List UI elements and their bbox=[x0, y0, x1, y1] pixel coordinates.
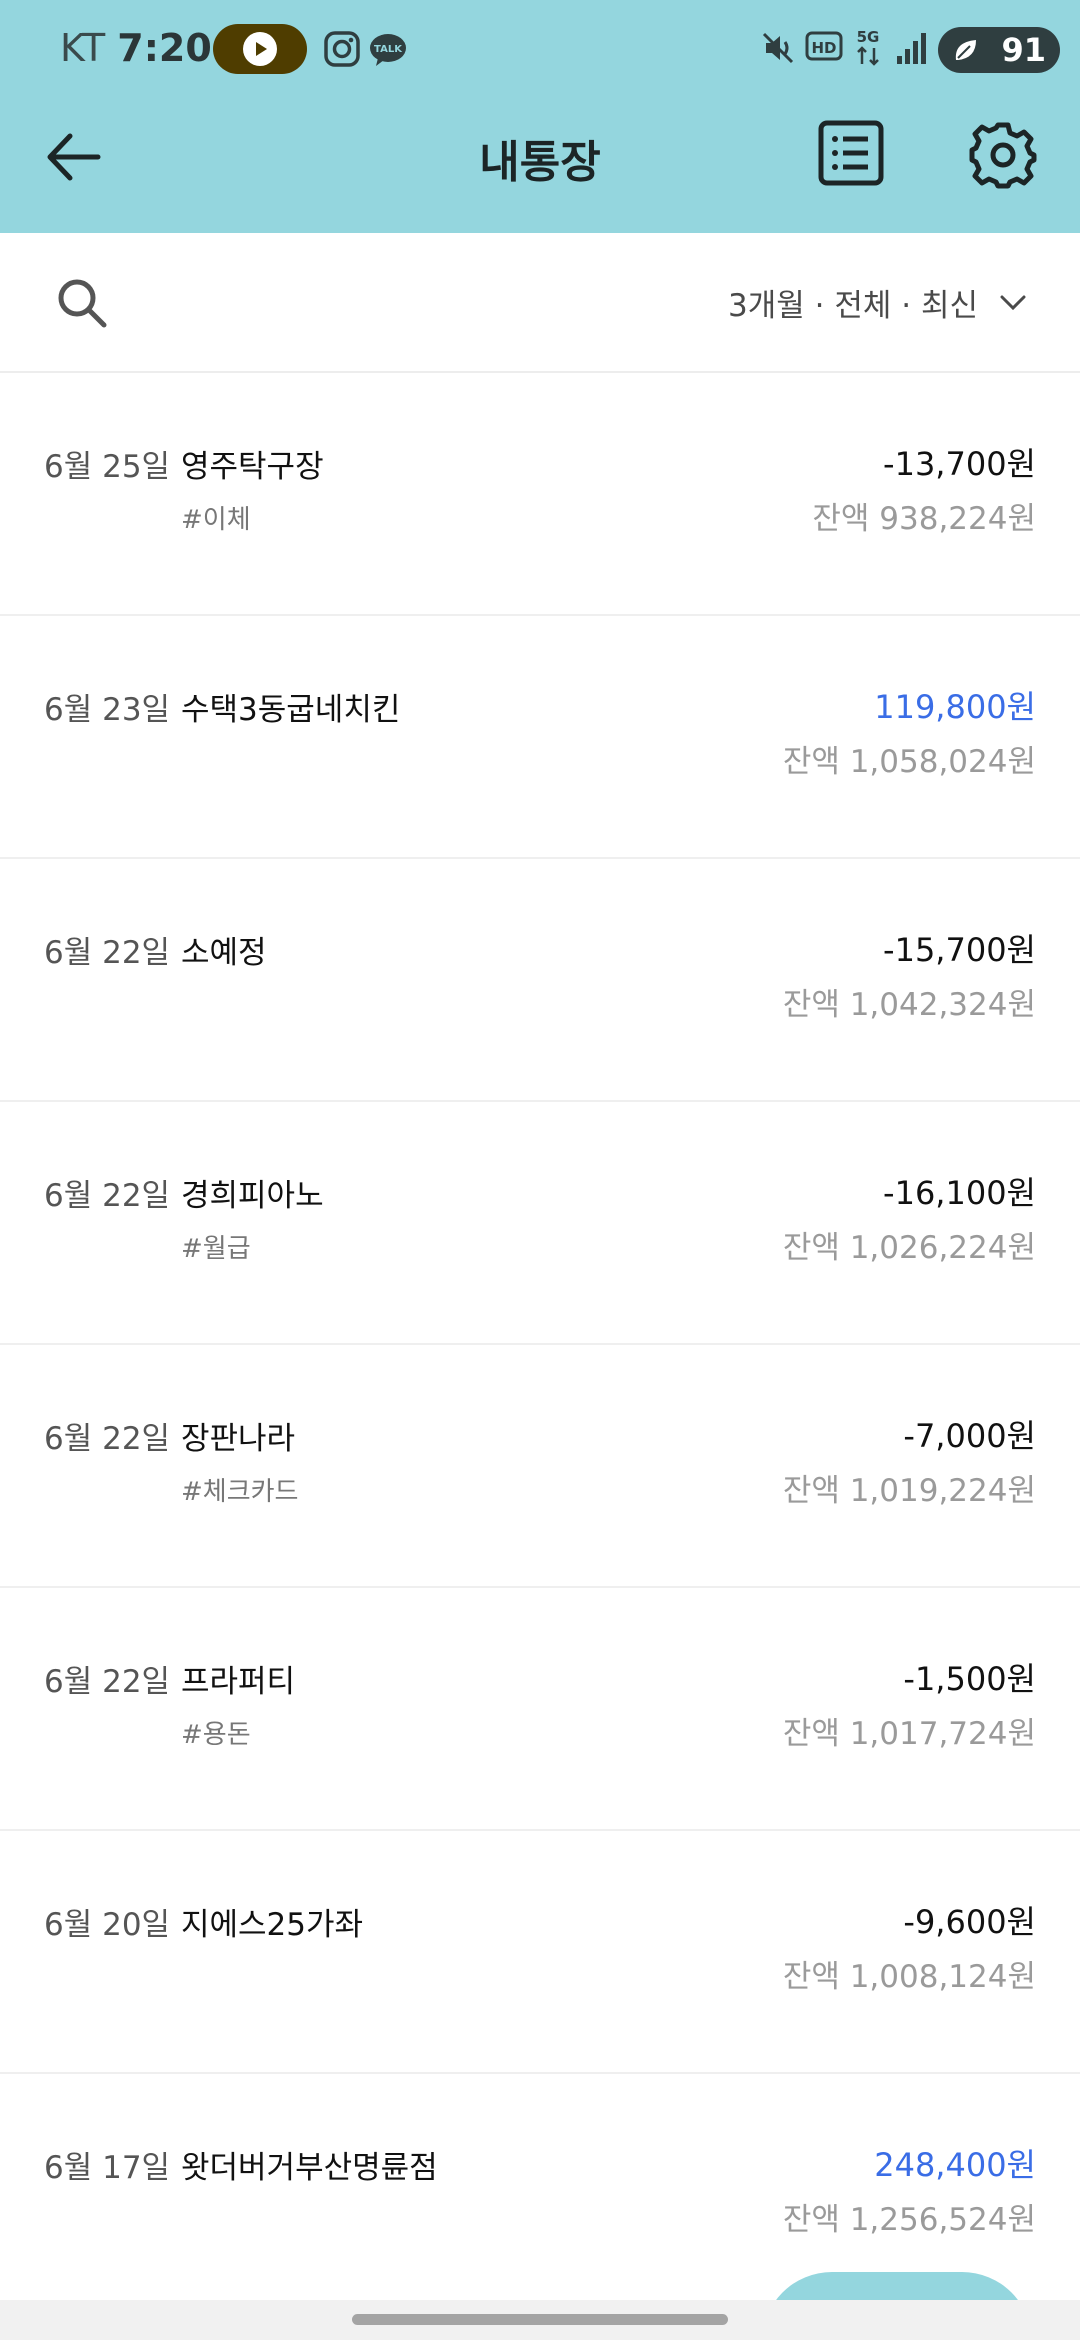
transaction-balance: 잔액 1,058,024원 bbox=[782, 744, 1036, 780]
transaction-tag: #체크카드 bbox=[181, 1477, 299, 1507]
transaction-row[interactable]: 6월 20일 지에스25가좌 -9,600원잔액 1,008,124원 bbox=[0, 1831, 1080, 2074]
instagram-icon bbox=[324, 31, 360, 67]
transaction-amount: -9,600원 bbox=[903, 1903, 1036, 1941]
transaction-balance: 잔액 1,019,224원 bbox=[782, 1473, 1036, 1509]
transaction-tag: #월급 bbox=[181, 1234, 251, 1264]
transaction-name: 장판나라 bbox=[181, 1421, 296, 1457]
transaction-name: 소예정 bbox=[181, 935, 267, 971]
system-navigation-bar bbox=[0, 2300, 1080, 2340]
transaction-name: 왓더버거부산명륜점 bbox=[181, 2150, 438, 2186]
transaction-amount: -7,000원 bbox=[903, 1417, 1036, 1455]
transaction-row[interactable]: 6월 22일 경희피아노 #월급 -16,100원잔액 1,026,224원 bbox=[0, 1102, 1080, 1345]
transaction-name: 수택3동굽네치킨 bbox=[181, 692, 401, 728]
transaction-balance: 잔액 1,026,224원 bbox=[782, 1230, 1036, 1266]
top-app-bar: 내통장 bbox=[0, 100, 1080, 233]
transaction-amount: -15,700원 bbox=[883, 931, 1036, 969]
transaction-name: 지에스25가좌 bbox=[181, 1907, 364, 1943]
transaction-date: 6월 22일 bbox=[44, 1421, 171, 1457]
transaction-tag: #이체 bbox=[181, 505, 251, 535]
chevron-down-icon bbox=[1000, 295, 1026, 311]
transaction-amount: 119,800원 bbox=[874, 688, 1036, 726]
transaction-row[interactable]: 6월 22일 프라퍼티 #용돈 -1,500원잔액 1,017,724원 bbox=[0, 1588, 1080, 1831]
period-filter-dropdown[interactable]: 3개월 · 전체 · 최신 bbox=[728, 277, 1030, 327]
list-view-icon[interactable] bbox=[818, 120, 884, 186]
transaction-amount: 248,400원 bbox=[874, 2146, 1036, 2184]
app-header: KT 7:20 TALK HD 5G 91 내통장 bbox=[0, 0, 1080, 233]
transaction-row[interactable]: 6월 25일 영주탁구장 #이체 -13,700원잔액 938,224원 bbox=[0, 373, 1080, 616]
hd-label: HD bbox=[811, 39, 836, 57]
transaction-amount: -16,100원 bbox=[883, 1174, 1036, 1212]
transaction-row[interactable]: 6월 23일 수택3동굽네치킨 119,800원잔액 1,058,024원 bbox=[0, 616, 1080, 859]
transaction-row[interactable]: 6월 22일 소예정 -15,700원잔액 1,042,324원 bbox=[0, 859, 1080, 1102]
search-icon[interactable] bbox=[52, 273, 112, 333]
page-title: 내통장 bbox=[479, 137, 601, 188]
youtube-music-icon bbox=[213, 24, 307, 74]
5g-icon: 5G bbox=[857, 28, 880, 66]
transaction-date: 6월 22일 bbox=[44, 935, 171, 971]
transaction-date: 6월 25일 bbox=[44, 449, 171, 485]
battery-level: 91 bbox=[1001, 31, 1046, 69]
clock: 7:20 bbox=[117, 26, 212, 70]
transaction-date: 6월 22일 bbox=[44, 1178, 171, 1214]
mute-icon bbox=[762, 32, 794, 64]
hd-icon: HD bbox=[805, 31, 843, 61]
transaction-name: 경희피아노 bbox=[181, 1178, 324, 1214]
5g-label: 5G bbox=[857, 28, 880, 46]
transaction-name: 프라퍼티 bbox=[181, 1664, 296, 1700]
transaction-name: 영주탁구장 bbox=[181, 449, 324, 485]
carrier-label: KT bbox=[60, 26, 106, 70]
signal-icon bbox=[897, 33, 926, 64]
transaction-balance: 잔액 1,008,124원 bbox=[782, 1959, 1036, 1995]
transaction-date: 6월 23일 bbox=[44, 692, 171, 728]
status-carrier-time: KT 7:20 bbox=[60, 26, 212, 70]
transaction-row[interactable]: 6월 22일 장판나라 #체크카드 -7,000원잔액 1,019,224원 bbox=[0, 1345, 1080, 1588]
filter-label: 3개월 · 전체 · 최신 bbox=[728, 287, 978, 324]
transaction-balance: 잔액 938,224원 bbox=[812, 501, 1036, 537]
transaction-date: 6월 17일 bbox=[44, 2150, 171, 2186]
transaction-balance: 잔액 1,042,324원 bbox=[782, 987, 1036, 1023]
transaction-amount: -1,500원 bbox=[903, 1660, 1036, 1698]
transaction-amount: -13,700원 bbox=[883, 445, 1036, 483]
transaction-tag: #용돈 bbox=[181, 1720, 251, 1750]
status-bar: KT 7:20 TALK HD 5G 91 bbox=[0, 0, 1080, 100]
transaction-date: 6월 22일 bbox=[44, 1664, 171, 1700]
transaction-balance: 잔액 1,017,724원 bbox=[782, 1716, 1036, 1752]
kakaotalk-icon: TALK bbox=[370, 34, 406, 66]
transaction-date: 6월 20일 bbox=[44, 1907, 171, 1943]
battery-icon: 91 bbox=[938, 27, 1060, 73]
kakaotalk-label: TALK bbox=[374, 44, 403, 55]
transaction-balance: 잔액 1,256,524원 bbox=[782, 2202, 1036, 2238]
home-indicator[interactable] bbox=[352, 2314, 728, 2325]
filter-bar: 3개월 · 전체 · 최신 bbox=[0, 233, 1080, 373]
gear-icon[interactable] bbox=[968, 120, 1038, 190]
